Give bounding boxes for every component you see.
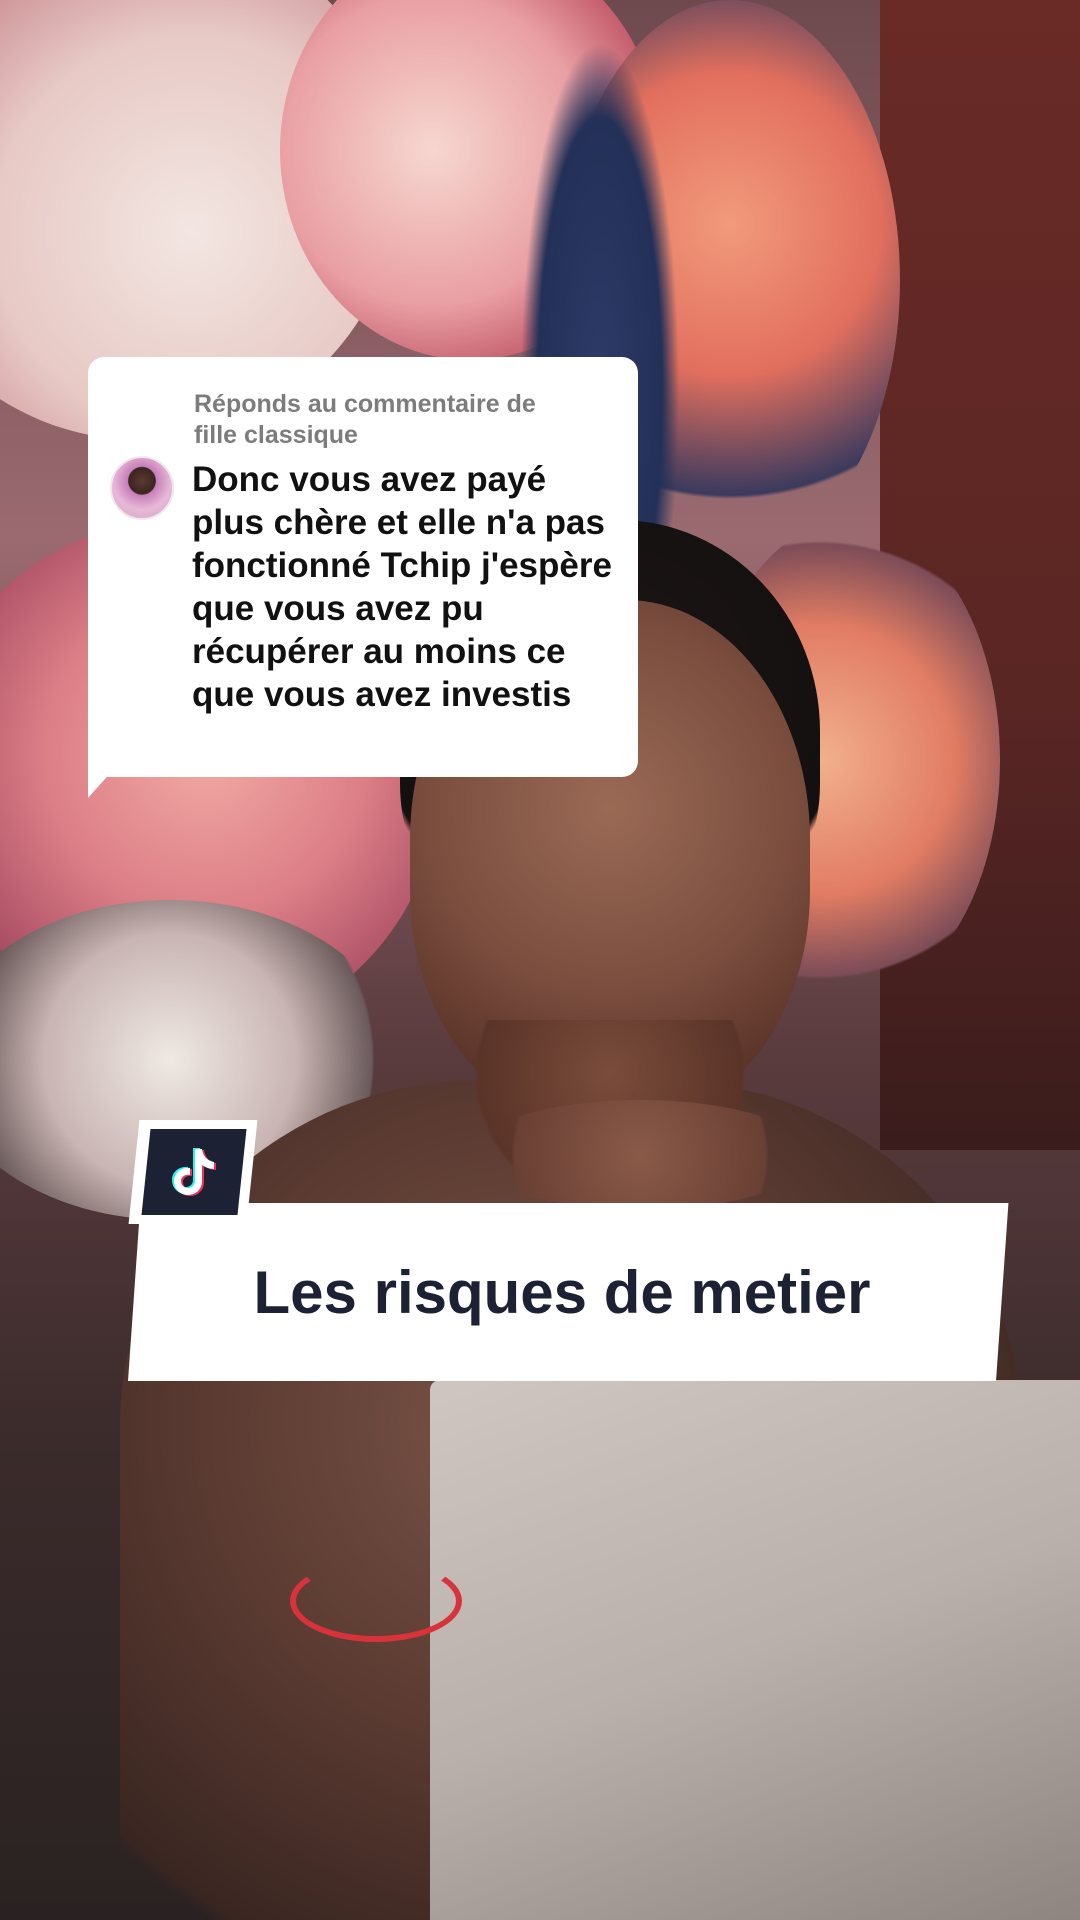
comment-bubble-tail <box>88 760 122 798</box>
person-hands <box>470 1100 810 1210</box>
comment-text: Donc vous avez payé plus chère et elle n… <box>192 460 612 714</box>
commenter-avatar[interactable] <box>110 456 174 520</box>
tiktok-logo-icon <box>146 1129 242 1215</box>
video-frame[interactable]: Réponds au commentaire de fille classiqu… <box>0 0 1080 1920</box>
caption-text: Les risques de metier <box>253 1258 871 1326</box>
laptop <box>430 1380 1080 1920</box>
bracelet <box>290 1560 462 1642</box>
reply-header: Réponds au commentaire de fille classiqu… <box>194 390 536 449</box>
